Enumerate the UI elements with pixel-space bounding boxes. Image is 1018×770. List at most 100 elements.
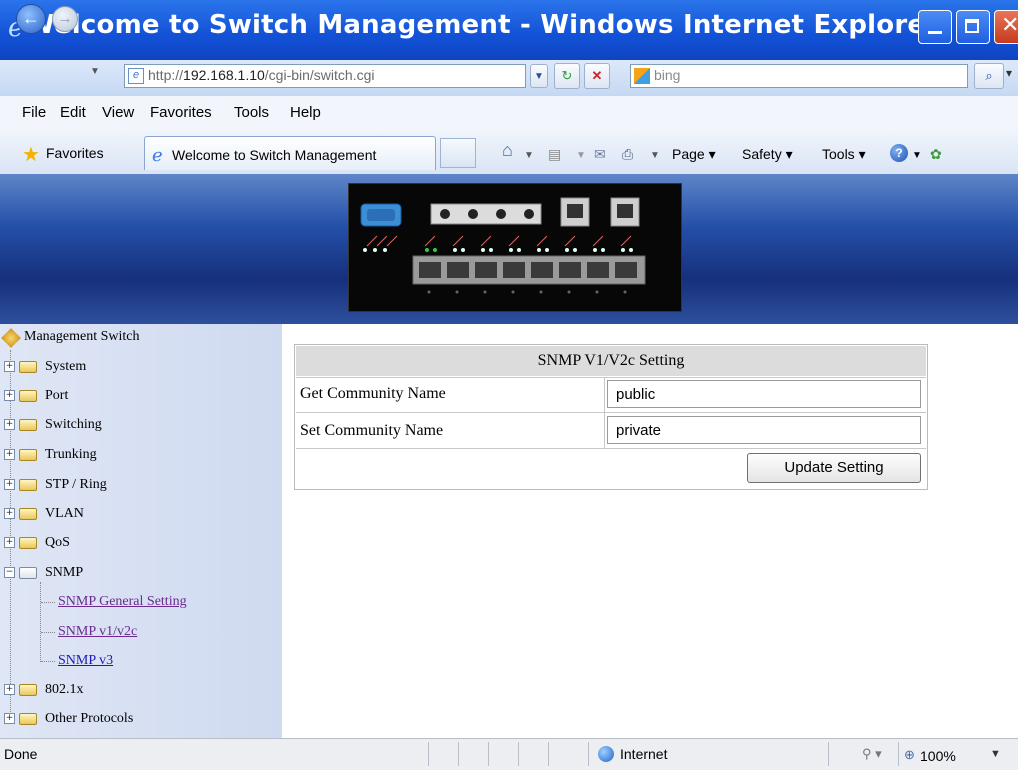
subtree-branch bbox=[41, 632, 55, 633]
link-snmp-general-setting[interactable]: SNMP General Setting bbox=[58, 594, 187, 610]
menu-help[interactable]: Help bbox=[290, 104, 321, 121]
expand-icon[interactable]: + bbox=[4, 713, 15, 725]
favorites-star-icon[interactable]: ★ bbox=[22, 142, 40, 167]
status-text: Done bbox=[4, 746, 38, 762]
tree-item-8021x[interactable]: +802.1x bbox=[4, 682, 84, 698]
page-menu[interactable]: Page ▾ bbox=[672, 146, 716, 163]
tab-ie-icon: e bbox=[152, 145, 163, 166]
expand-icon[interactable]: + bbox=[4, 508, 15, 520]
research-icon[interactable]: ✿ bbox=[930, 146, 942, 163]
maximize-button[interactable] bbox=[956, 10, 990, 44]
set-community-label: Set Community Name bbox=[300, 422, 444, 439]
feeds-dropdown-icon[interactable]: ▼ bbox=[576, 150, 586, 161]
tree-item-other-protocols[interactable]: + Other Protocols bbox=[4, 711, 133, 727]
minimize-button[interactable] bbox=[918, 10, 952, 44]
menu-tools[interactable]: Tools bbox=[234, 104, 269, 121]
switch-front-panel-graphic bbox=[360, 197, 646, 294]
navigation-tree bbox=[0, 324, 282, 738]
new-tab-button[interactable] bbox=[440, 138, 476, 168]
status-divider bbox=[518, 742, 519, 766]
subtree-connector-line bbox=[40, 582, 41, 662]
folder-icon bbox=[19, 418, 37, 431]
zoom-level[interactable]: 100% bbox=[920, 748, 956, 764]
open-folder-icon bbox=[19, 566, 37, 579]
status-divider bbox=[428, 742, 429, 766]
back-button[interactable]: ← bbox=[16, 4, 46, 34]
tab-label[interactable]: Welcome to Switch Management bbox=[172, 147, 376, 163]
recent-pages-dropdown-icon[interactable]: ▼ bbox=[90, 66, 100, 77]
close-button[interactable]: ✕ bbox=[994, 10, 1018, 44]
search-button[interactable]: ⌕ bbox=[974, 63, 1004, 89]
help-icon[interactable]: ? bbox=[890, 144, 908, 162]
zoom-icon[interactable]: ⊕ bbox=[904, 747, 915, 763]
tree-item-stp-ring[interactable]: + STP / Ring bbox=[4, 477, 107, 493]
subtree-branch bbox=[41, 602, 55, 603]
forward-button[interactable]: → bbox=[52, 6, 78, 32]
status-divider bbox=[548, 742, 549, 766]
folder-icon bbox=[19, 360, 37, 373]
favorites-button[interactable]: Favorites bbox=[46, 145, 104, 161]
tree-root[interactable]: Management Switch bbox=[24, 329, 139, 345]
home-icon[interactable]: ⌂ bbox=[502, 140, 513, 161]
refresh-icon: ↻ bbox=[561, 68, 573, 83]
search-options-icon[interactable]: ▾ bbox=[1006, 66, 1012, 80]
expand-icon[interactable]: + bbox=[4, 361, 15, 373]
feeds-icon[interactable]: ▤ bbox=[548, 146, 561, 163]
safety-menu[interactable]: Safety ▾ bbox=[742, 146, 793, 163]
expand-icon[interactable]: + bbox=[4, 449, 15, 461]
protected-mode-icon[interactable]: ⚲ ▾ bbox=[862, 746, 882, 762]
status-divider bbox=[588, 742, 589, 766]
tree-item-snmp[interactable]: − SNMP bbox=[4, 565, 83, 581]
print-icon[interactable]: ⎙ bbox=[622, 146, 633, 163]
collapse-icon[interactable]: − bbox=[4, 567, 15, 579]
refresh-button[interactable]: ↻ bbox=[554, 63, 580, 89]
search-placeholder: bing bbox=[654, 67, 681, 83]
menu-file[interactable]: File bbox=[22, 104, 46, 121]
address-dropdown-button[interactable]: ▼ bbox=[530, 64, 548, 88]
tree-item-switching[interactable]: + Switching bbox=[4, 417, 102, 433]
stop-button[interactable]: ✕ bbox=[584, 63, 610, 89]
link-snmp-v1-v2c[interactable]: SNMP v1/v2c bbox=[58, 624, 137, 640]
get-community-label: Get Community Name bbox=[300, 385, 446, 402]
page-icon: e bbox=[128, 68, 144, 84]
folder-icon bbox=[19, 448, 37, 461]
folder-icon bbox=[19, 712, 37, 725]
link-snmp-v3[interactable]: SNMP v3 bbox=[58, 653, 113, 669]
menu-edit[interactable]: Edit bbox=[60, 104, 86, 121]
zoom-dropdown-icon[interactable]: ▼ bbox=[990, 748, 1001, 760]
help-dropdown-icon[interactable]: ▼ bbox=[912, 150, 922, 161]
security-zone-label: Internet bbox=[620, 746, 668, 762]
mail-icon[interactable]: ✉ bbox=[594, 146, 606, 163]
menu-view[interactable]: View bbox=[102, 104, 134, 121]
status-divider bbox=[488, 742, 489, 766]
tree-item-vlan[interactable]: + VLAN bbox=[4, 506, 84, 522]
status-divider bbox=[828, 742, 829, 766]
home-dropdown-icon[interactable]: ▼ bbox=[524, 150, 534, 161]
status-divider bbox=[898, 742, 899, 766]
get-community-input[interactable] bbox=[607, 380, 921, 408]
tree-item-qos[interactable]: + QoS bbox=[4, 535, 70, 551]
stop-icon: ✕ bbox=[591, 68, 603, 83]
update-setting-button[interactable]: Update Setting bbox=[747, 453, 921, 483]
search-icon: ⌕ bbox=[985, 68, 993, 83]
tree-item-system[interactable]: + System bbox=[4, 359, 86, 375]
expand-icon[interactable]: + bbox=[4, 419, 15, 431]
tree-item-port[interactable]: + Port bbox=[4, 388, 68, 404]
expand-icon[interactable]: + bbox=[4, 479, 15, 491]
expand-icon[interactable]: + bbox=[4, 390, 15, 402]
expand-icon[interactable]: + bbox=[4, 684, 15, 696]
search-input[interactable] bbox=[630, 64, 968, 88]
expand-icon[interactable]: + bbox=[4, 537, 15, 549]
print-dropdown-icon[interactable]: ▼ bbox=[650, 150, 660, 161]
status-divider bbox=[458, 742, 459, 766]
address-url[interactable]: http://192.168.1.10/cgi-bin/switch.cgi bbox=[148, 67, 374, 83]
set-community-input[interactable] bbox=[607, 416, 921, 444]
internet-zone-icon bbox=[598, 746, 614, 762]
folder-icon bbox=[19, 478, 37, 491]
bing-logo-icon bbox=[634, 68, 650, 84]
back-arrow-icon: ← bbox=[22, 8, 40, 28]
tools-menu[interactable]: Tools ▾ bbox=[822, 146, 866, 163]
menu-favorites[interactable]: Favorites bbox=[150, 104, 212, 121]
tree-item-trunking[interactable]: + Trunking bbox=[4, 447, 97, 463]
table-title: SNMP V1/V2c Setting bbox=[296, 346, 926, 376]
